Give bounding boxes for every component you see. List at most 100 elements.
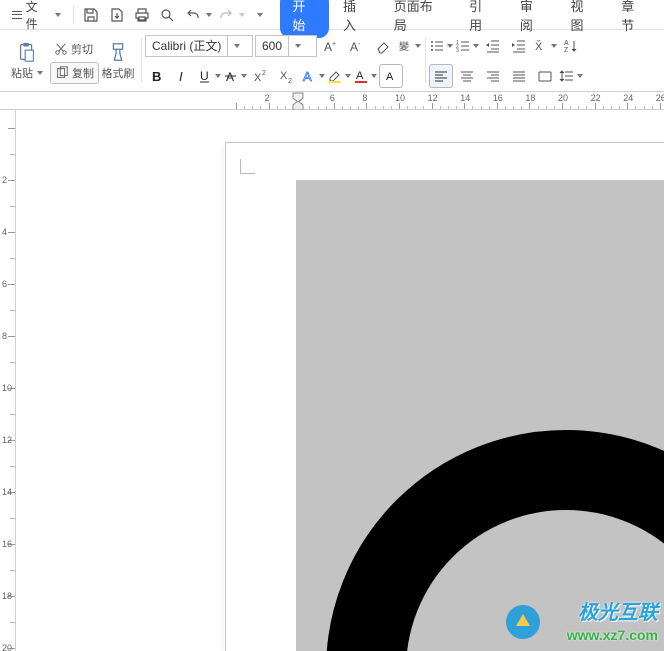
export-icon (109, 7, 125, 23)
text-effects-button[interactable]: A (301, 64, 325, 88)
chevron-down-icon (319, 74, 325, 78)
strikethrough-button[interactable]: A (223, 64, 247, 88)
chevron-down-icon (234, 44, 240, 48)
bold-icon: B (149, 68, 165, 84)
tab-label: 插入 (343, 0, 356, 33)
svg-text:A: A (386, 71, 394, 83)
shrink-font-button[interactable]: A- (345, 34, 369, 58)
highlight-button[interactable] (327, 64, 351, 88)
grow-font-icon: A+ (323, 38, 339, 54)
font-color-button[interactable]: A (353, 64, 377, 88)
distribute-button[interactable] (533, 64, 557, 88)
document-area: 246810121416182022 极光互联 www.xz7.com (0, 110, 664, 651)
align-center-icon (459, 68, 475, 84)
tab-chapter[interactable]: 章节 (609, 0, 658, 38)
horizontal-ruler[interactable]: 2468101214161820222426 (0, 92, 664, 110)
print-icon (134, 7, 150, 23)
superscript-button[interactable]: X2 (249, 64, 273, 88)
align-justify-icon (511, 68, 527, 84)
file-menu-label: 文件 (26, 0, 49, 32)
bold-button[interactable]: B (145, 64, 169, 88)
asian-layout-button[interactable]: X̌ (533, 34, 557, 58)
outdent-icon (485, 38, 501, 54)
character-border-button[interactable]: A (379, 64, 403, 88)
file-menu-button[interactable]: 文件 (6, 0, 67, 34)
grow-font-button[interactable]: A+ (319, 34, 343, 58)
save-icon (83, 7, 99, 23)
chevron-down-icon (37, 71, 43, 75)
svg-text:A: A (356, 70, 364, 82)
italic-button[interactable]: I (171, 64, 195, 88)
svg-text:A: A (226, 70, 234, 84)
svg-text:A: A (350, 40, 358, 54)
print-preview-button[interactable] (156, 3, 179, 27)
sort-button[interactable]: AZ (559, 34, 583, 58)
undo-button[interactable] (181, 3, 212, 27)
highlight-icon (327, 68, 343, 84)
align-left-button[interactable] (429, 64, 453, 88)
export-pdf-button[interactable] (105, 3, 128, 27)
font-name-value: Calibri (正文) (146, 37, 227, 54)
scissors-icon (54, 42, 68, 56)
font-size-combo[interactable]: 600 (255, 35, 317, 57)
chevron-down-icon (215, 74, 221, 78)
align-center-button[interactable] (455, 64, 479, 88)
copy-button[interactable]: 复制 (50, 62, 99, 84)
svg-text:I: I (179, 69, 183, 84)
save-button[interactable] (80, 3, 103, 27)
customize-qat-button[interactable] (247, 3, 270, 27)
format-painter-button[interactable]: 格式刷 (99, 33, 137, 89)
font-size-dropdown[interactable] (288, 36, 304, 56)
strikethrough-icon: A (223, 68, 239, 84)
menu-bar: 文件 开始 插入 页面布局 引用 审阅 视图 章节 (0, 0, 664, 30)
group-clipboard: 粘贴 剪切 复制 格式刷 (2, 30, 141, 91)
separator (73, 6, 74, 24)
redo-button[interactable] (214, 3, 245, 27)
font-color-icon: A (353, 68, 369, 84)
numbered-list-button[interactable]: 123 (455, 34, 479, 58)
svg-text:A: A (564, 40, 569, 47)
svg-text:2: 2 (288, 78, 292, 84)
svg-text:X: X (254, 72, 262, 84)
tab-label: 视图 (571, 0, 584, 33)
chevron-down-icon (55, 13, 61, 17)
asian-layout-icon: X̌ (533, 38, 549, 54)
font-name-dropdown[interactable] (227, 36, 243, 56)
format-painter-label: 格式刷 (102, 65, 135, 81)
tab-label: 页面布局 (394, 0, 433, 33)
phonetic-guide-button[interactable]: 變 (397, 34, 421, 58)
preview-icon (159, 7, 175, 23)
copy-icon (55, 66, 69, 80)
vertical-ruler[interactable]: 246810121416182022 (0, 110, 16, 651)
ribbon-toolbar: 粘贴 剪切 复制 格式刷 Calibri (正文) (0, 30, 664, 92)
eraser-icon (375, 38, 391, 54)
brush-icon (107, 41, 129, 63)
giant-letter-o (326, 430, 664, 651)
align-right-button[interactable] (481, 64, 505, 88)
bullet-list-button[interactable] (429, 34, 453, 58)
font-name-combo[interactable]: Calibri (正文) (145, 35, 253, 57)
align-left-icon (433, 68, 449, 84)
paste-button[interactable]: 粘贴 (6, 33, 48, 89)
placeholder-box (296, 180, 664, 651)
subscript-button[interactable]: X2 (275, 64, 299, 88)
increase-indent-button[interactable] (507, 34, 531, 58)
char-border-icon: A (383, 68, 399, 84)
tab-label: 审阅 (520, 0, 533, 33)
chevron-down-icon (345, 74, 351, 78)
cut-button[interactable]: 剪切 (50, 38, 99, 60)
font-size-value: 600 (256, 39, 288, 53)
svg-text:U: U (200, 69, 209, 83)
sort-icon: AZ (563, 38, 579, 54)
line-spacing-button[interactable] (559, 64, 583, 88)
clear-format-button[interactable] (371, 34, 395, 58)
align-justify-button[interactable] (507, 64, 531, 88)
chevron-down-icon (257, 13, 263, 17)
svg-text:X: X (280, 70, 288, 82)
phonetic-icon: 變 (397, 38, 413, 54)
chevron-down-icon (415, 44, 421, 48)
underline-button[interactable]: U (197, 64, 221, 88)
svg-text:變: 變 (399, 40, 409, 53)
print-button[interactable] (130, 3, 153, 27)
decrease-indent-button[interactable] (481, 34, 505, 58)
